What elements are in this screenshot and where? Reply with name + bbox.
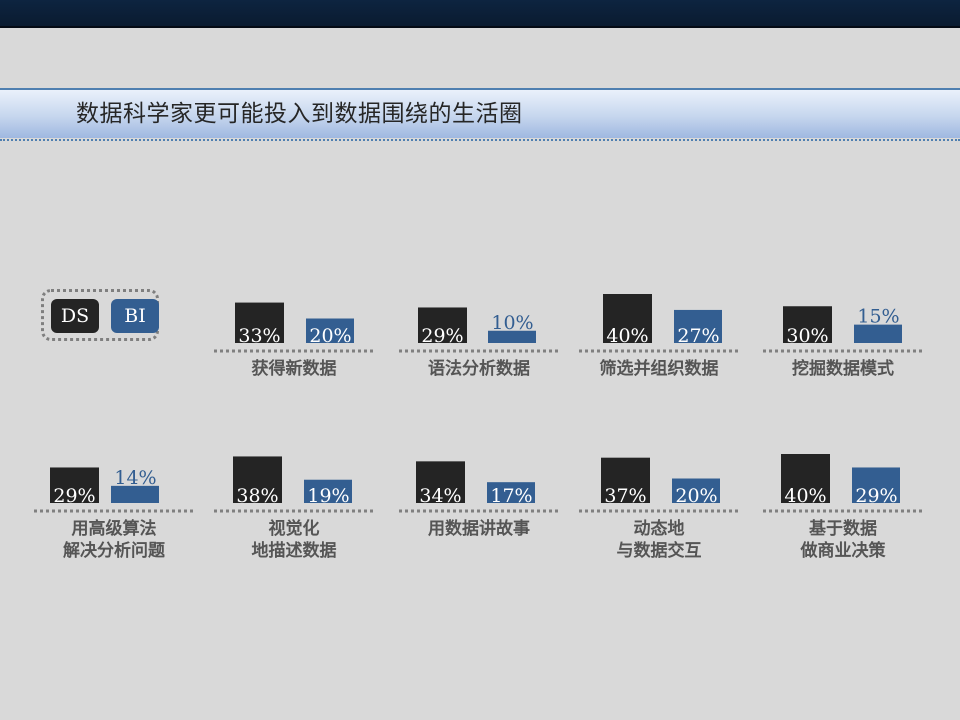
chart-group-6: 38% 19%	[214, 456, 374, 513]
category-label-line: 获得新数据	[251, 359, 337, 379]
value-label-bi: 20%	[309, 325, 351, 347]
value-label-bi: 27%	[677, 325, 719, 347]
chart-group-9: 40% 29%	[763, 454, 923, 513]
category-label-line: 解决分析问题	[63, 541, 165, 561]
top-bar	[0, 0, 960, 28]
chart-group-4: 30% 15%	[763, 306, 923, 353]
value-label-bi: 17%	[490, 485, 532, 507]
category-label-line: 与数据交互	[616, 541, 702, 561]
category-label-line: 地描述数据	[251, 541, 337, 561]
value-label-ds: 33%	[238, 325, 280, 347]
category-label-line: 挖掘数据模式	[792, 359, 894, 379]
chart-group-2: 29% 10%	[399, 307, 559, 353]
chart-group-1: 33% 20%	[214, 302, 374, 353]
value-label-ds: 29%	[53, 485, 95, 507]
category-label-line: 动态地	[633, 519, 685, 539]
value-label-ds: 34%	[419, 485, 461, 507]
category-label: 基于数据 做商业决策	[753, 518, 933, 562]
page-title: 数据科学家更可能投入到数据围绕的生活圈	[76, 101, 523, 127]
category-label: 挖掘数据模式	[753, 358, 933, 380]
category-label-line: 筛选并组织数据	[599, 359, 719, 379]
value-label-ds: 38%	[236, 485, 278, 507]
legend-key-ds: DS	[51, 299, 99, 333]
value-label-ds: 37%	[604, 485, 646, 507]
legend: DS BI	[41, 289, 159, 341]
category-label-line: 基于数据	[809, 519, 877, 539]
chart-group-3: 40% 27%	[579, 294, 739, 353]
value-label-bi: 20%	[675, 485, 717, 507]
chart-group-5: 29% 14%	[34, 467, 194, 513]
category-label-line: 做商业决策	[800, 541, 886, 561]
value-label-ds: 40%	[606, 325, 648, 347]
category-label: 用高级算法 解决分析问题	[24, 518, 204, 562]
value-label-bi: 29%	[855, 485, 897, 507]
category-label: 视觉化 地描述数据	[204, 518, 384, 562]
category-label: 语法分析数据	[389, 358, 569, 380]
chart-group-8: 37% 20%	[579, 457, 739, 513]
value-label-ds: 30%	[786, 325, 828, 347]
value-label-bi: 19%	[307, 485, 349, 507]
category-label: 动态地 与数据交互	[569, 518, 749, 562]
category-label-line: 语法分析数据	[428, 359, 530, 379]
value-label-ds: 40%	[784, 485, 826, 507]
value-label-bi: 15%	[857, 306, 899, 328]
value-label-ds: 29%	[421, 325, 463, 347]
value-label-bi: 14%	[114, 467, 156, 489]
category-label-line: 视觉化	[268, 519, 320, 539]
category-label: 获得新数据	[204, 358, 384, 380]
category-label: 用数据讲故事	[389, 518, 569, 540]
category-label-line: 用高级算法	[71, 519, 157, 539]
legend-key-bi: BI	[111, 299, 159, 333]
category-label-line: 用数据讲故事	[428, 519, 530, 539]
chart-group-7: 34% 17%	[399, 461, 559, 513]
category-label: 筛选并组织数据	[569, 358, 749, 380]
value-label-bi: 10%	[491, 312, 533, 334]
